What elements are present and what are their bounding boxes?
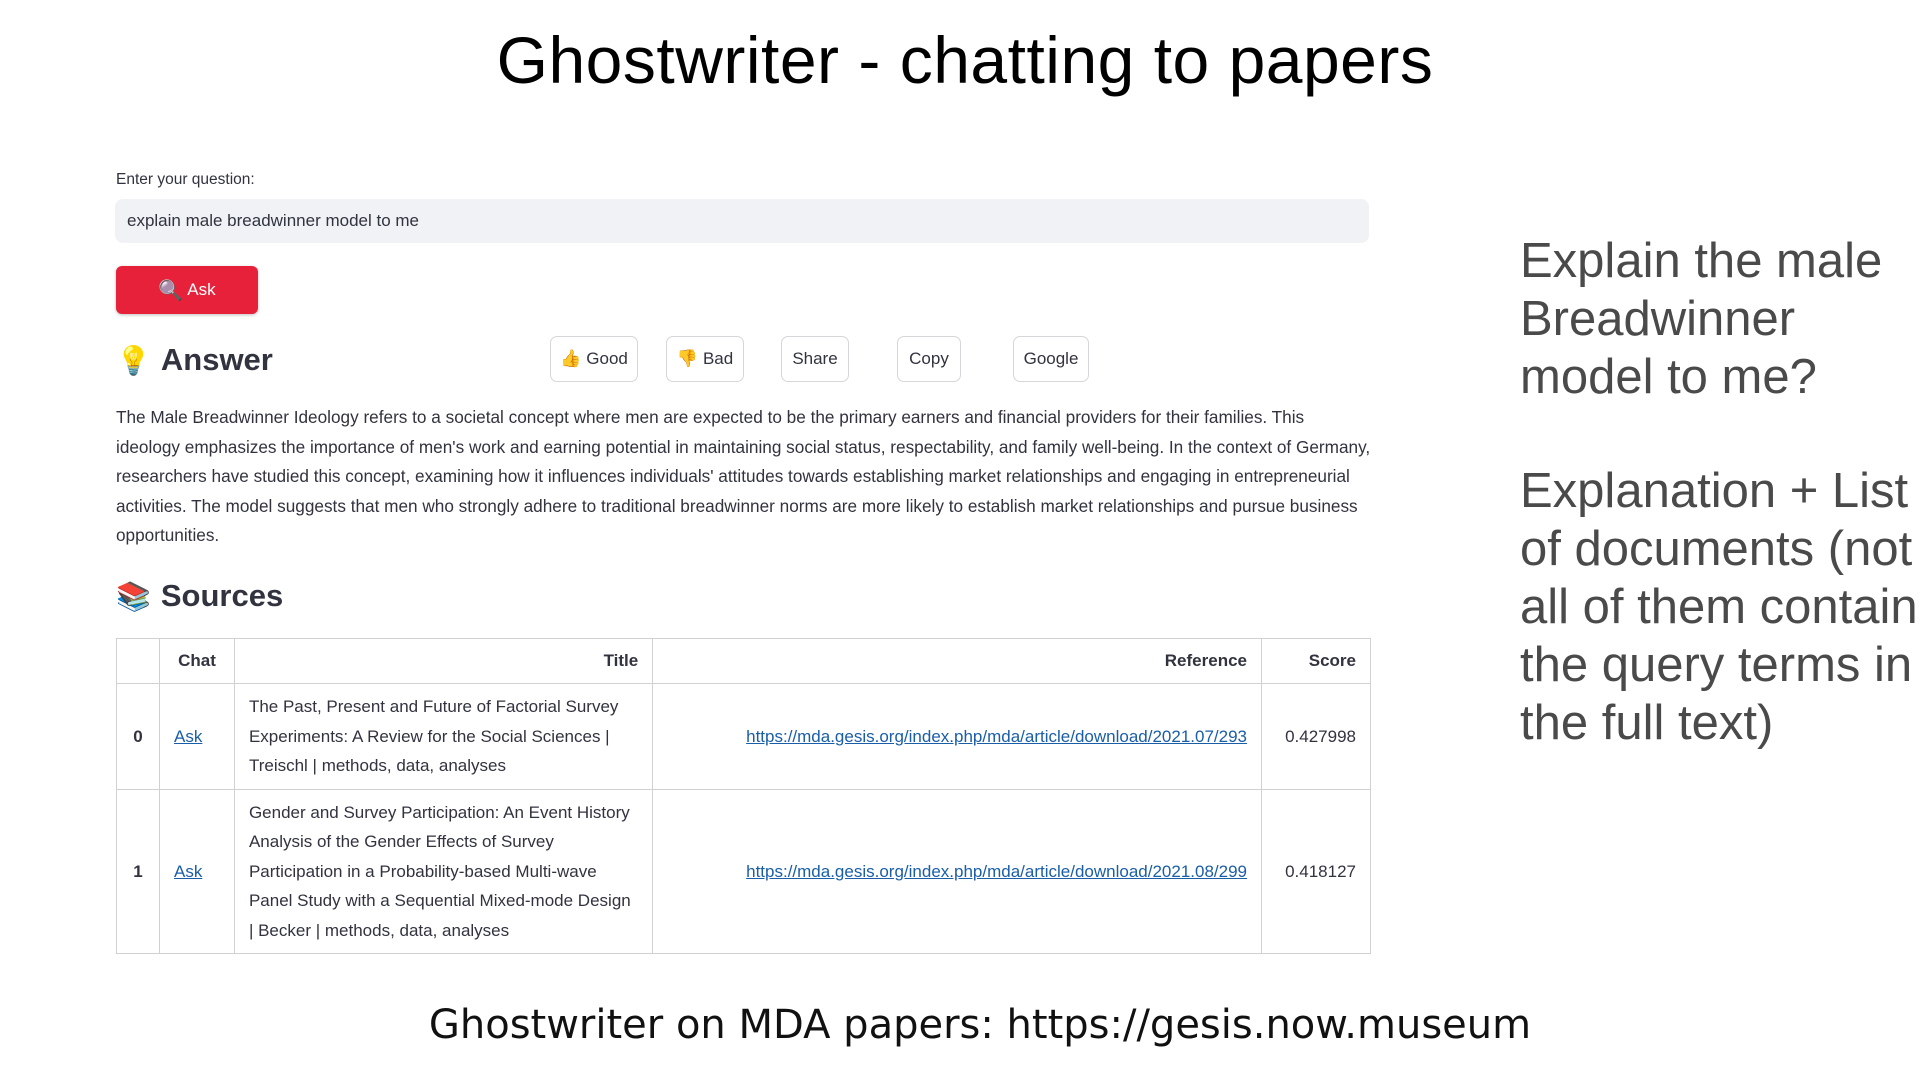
answer-heading-text: Answer: [160, 342, 273, 377]
copy-button[interactable]: Copy: [897, 336, 961, 382]
good-button-label: Good: [586, 349, 628, 368]
lightbulb-icon: 💡: [116, 344, 151, 376]
side-note: Explain the male Breadwinner model to me…: [1520, 234, 1883, 404]
side-notes: Explain the male Breadwinner model to me…: [1520, 232, 1920, 808]
reference-link[interactable]: https://mda.gesis.org/index.php/mda/arti…: [746, 727, 1247, 746]
row-title: Gender and Survey Participation: An Even…: [233, 788, 654, 954]
row-title: The Past, Present and Future of Factoria…: [233, 683, 654, 790]
ask-button-label: Ask: [187, 280, 216, 299]
sources-table: Chat Title Reference Score 0 Ask The Pas…: [116, 638, 1371, 954]
books-icon: 📚: [116, 580, 151, 612]
row-index: 0: [116, 683, 160, 790]
table-row: 1 Ask Gender and Survey Participation: A…: [116, 788, 1371, 954]
ask-button[interactable]: 🔍 Ask: [116, 266, 258, 314]
row-score: 0.418127: [1261, 788, 1371, 954]
ask-link[interactable]: Ask: [174, 862, 202, 881]
good-button[interactable]: 👍 Good: [550, 336, 638, 382]
table-header-row: Chat Title Reference Score: [116, 638, 1371, 684]
reference-link[interactable]: https://mda.gesis.org/index.php/mda/arti…: [746, 862, 1247, 881]
column-header-chat: Chat: [158, 638, 235, 684]
bad-button-label: Bad: [702, 349, 734, 368]
row-score: 0.427998: [1261, 683, 1371, 790]
slide-title: Ghostwriter - chatting to papers: [496, 23, 1434, 97]
magnifier-icon: 🔍: [158, 279, 184, 302]
table-row: 0 Ask The Past, Present and Future of Fa…: [116, 683, 1371, 790]
thumbs-down-icon: 👎: [676, 349, 698, 368]
column-header-index: [116, 638, 160, 684]
sources-heading: 📚 Sources: [116, 578, 283, 614]
question-input[interactable]: explain male breadwinner model to me: [115, 199, 1369, 243]
side-note: Explanation + List of documents (not all…: [1520, 464, 1918, 750]
sources-heading-text: Sources: [160, 578, 284, 613]
question-label: Enter your question:: [116, 171, 255, 188]
ask-link[interactable]: Ask: [174, 727, 202, 746]
column-header-reference: Reference: [652, 638, 1262, 684]
column-header-title: Title: [233, 638, 654, 684]
answer-heading: 💡 Answer: [116, 342, 273, 378]
bad-button[interactable]: 👎 Bad: [666, 336, 744, 382]
share-button[interactable]: Share: [781, 336, 849, 382]
row-index: 1: [116, 788, 160, 954]
app-screenshot: Enter your question: explain male breadw…: [96, 160, 1381, 978]
thumbs-up-icon: 👍: [560, 349, 582, 368]
answer-text: The Male Breadwinner Ideology refers to …: [116, 407, 1371, 545]
slide-footer: Ghostwriter on MDA papers: https://gesis…: [428, 1002, 1532, 1048]
google-button[interactable]: Google: [1013, 336, 1089, 382]
column-header-score: Score: [1261, 638, 1371, 684]
